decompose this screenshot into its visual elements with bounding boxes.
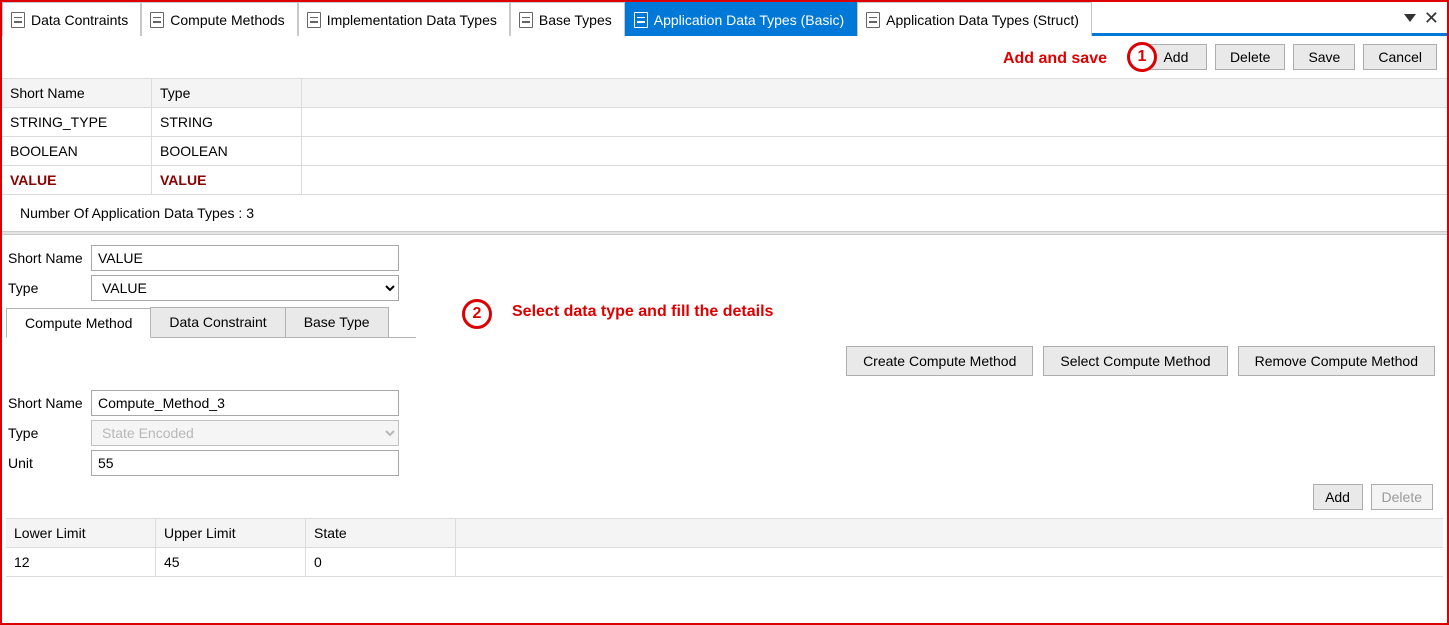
annotation-circle-1: 1 [1127,42,1157,72]
table-row[interactable]: BOOLEAN BOOLEAN [2,137,1447,166]
detail-subtabs: Compute Method Data Constraint Base Type [6,307,416,338]
annotation-add-save: Add and save [1003,50,1107,68]
annotation-select-type: Select data type and fill the details [512,303,773,321]
cell-type: VALUE [152,166,302,194]
column-lower-limit[interactable]: Lower Limit [6,519,156,547]
tab-label: Compute Methods [170,12,284,28]
cell-short-name: VALUE [2,166,152,194]
subtab-compute-method[interactable]: Compute Method [6,308,151,338]
limits-grid-header: Lower Limit Upper Limit State [6,518,1443,548]
table-row-selected[interactable]: VALUE VALUE [2,166,1447,195]
document-icon [634,12,648,28]
tab-label: Application Data Types (Struct) [886,12,1079,28]
annotation-circle-2: 2 [462,299,492,329]
types-grid-header: Short Name Type [2,78,1447,108]
limits-row[interactable]: 12 45 0 [6,548,1443,577]
tab-compute-methods[interactable]: Compute Methods [141,2,297,36]
column-spacer [302,79,1447,107]
main-tabstrip: Data Contraints Compute Methods Implemen… [2,2,1447,36]
cell-state: 0 [306,548,456,576]
overflow-dropdown-icon[interactable] [1404,14,1416,22]
table-row[interactable]: STRING_TYPE STRING [2,108,1447,137]
cell-short-name: BOOLEAN [2,137,152,165]
cell-type: BOOLEAN [152,137,302,165]
compute-method-form: Short Name Type State Encoded Unit [6,390,1443,476]
create-compute-method-button[interactable]: Create Compute Method [846,346,1033,376]
cm-type-label: Type [6,425,91,441]
limits-delete-button[interactable]: Delete [1371,484,1433,510]
short-name-input[interactable] [91,245,399,271]
remove-compute-method-button[interactable]: Remove Compute Method [1238,346,1435,376]
tab-base-types[interactable]: Base Types [510,2,625,36]
tab-app-data-types-basic[interactable]: Application Data Types (Basic) [625,2,857,36]
document-icon [150,12,164,28]
cm-unit-label: Unit [6,455,91,471]
save-button[interactable]: Save [1293,44,1355,70]
cell-short-name: STRING_TYPE [2,108,152,136]
document-icon [866,12,880,28]
column-type[interactable]: Type [152,79,302,107]
document-icon [11,12,25,28]
column-state[interactable]: State [306,519,456,547]
limits-toolbar: Add Delete [6,480,1443,518]
short-name-label: Short Name [6,250,91,266]
tab-data-constraints[interactable]: Data Contraints [2,2,141,36]
cancel-button[interactable]: Cancel [1363,44,1437,70]
document-icon [307,12,321,28]
tab-label: Base Types [539,12,612,28]
cm-unit-input[interactable] [91,450,399,476]
cell-lower: 12 [6,548,156,576]
delete-button[interactable]: Delete [1215,44,1285,70]
limits-add-button[interactable]: Add [1313,484,1363,510]
tab-app-data-types-struct[interactable]: Application Data Types (Struct) [857,2,1092,36]
subtab-data-constraint[interactable]: Data Constraint [150,307,285,337]
tab-label: Data Contraints [31,12,128,28]
column-short-name[interactable]: Short Name [2,79,152,107]
column-upper-limit[interactable]: Upper Limit [156,519,306,547]
close-tab-icon[interactable]: ✕ [1424,9,1439,27]
tab-implementation-data-types[interactable]: Implementation Data Types [298,2,510,36]
cell-type: STRING [152,108,302,136]
cm-short-name-label: Short Name [6,395,91,411]
cm-short-name-input[interactable] [91,390,399,416]
row-count-label: Number Of Application Data Types : 3 [2,195,1447,231]
type-label: Type [6,280,91,296]
tab-label: Application Data Types (Basic) [654,12,844,28]
type-select[interactable]: VALUE [91,275,399,301]
subtab-base-type[interactable]: Base Type [285,307,389,337]
compute-method-toolbar: Create Compute Method Select Compute Met… [6,338,1443,386]
select-compute-method-button[interactable]: Select Compute Method [1043,346,1227,376]
cell-upper: 45 [156,548,306,576]
document-icon [519,12,533,28]
cm-type-select: State Encoded [91,420,399,446]
tab-label: Implementation Data Types [327,12,497,28]
top-toolbar: Add and save 1 Add Delete Save Cancel [2,36,1447,78]
details-form: Short Name Type VALUE Compute Method Dat… [2,235,1447,581]
